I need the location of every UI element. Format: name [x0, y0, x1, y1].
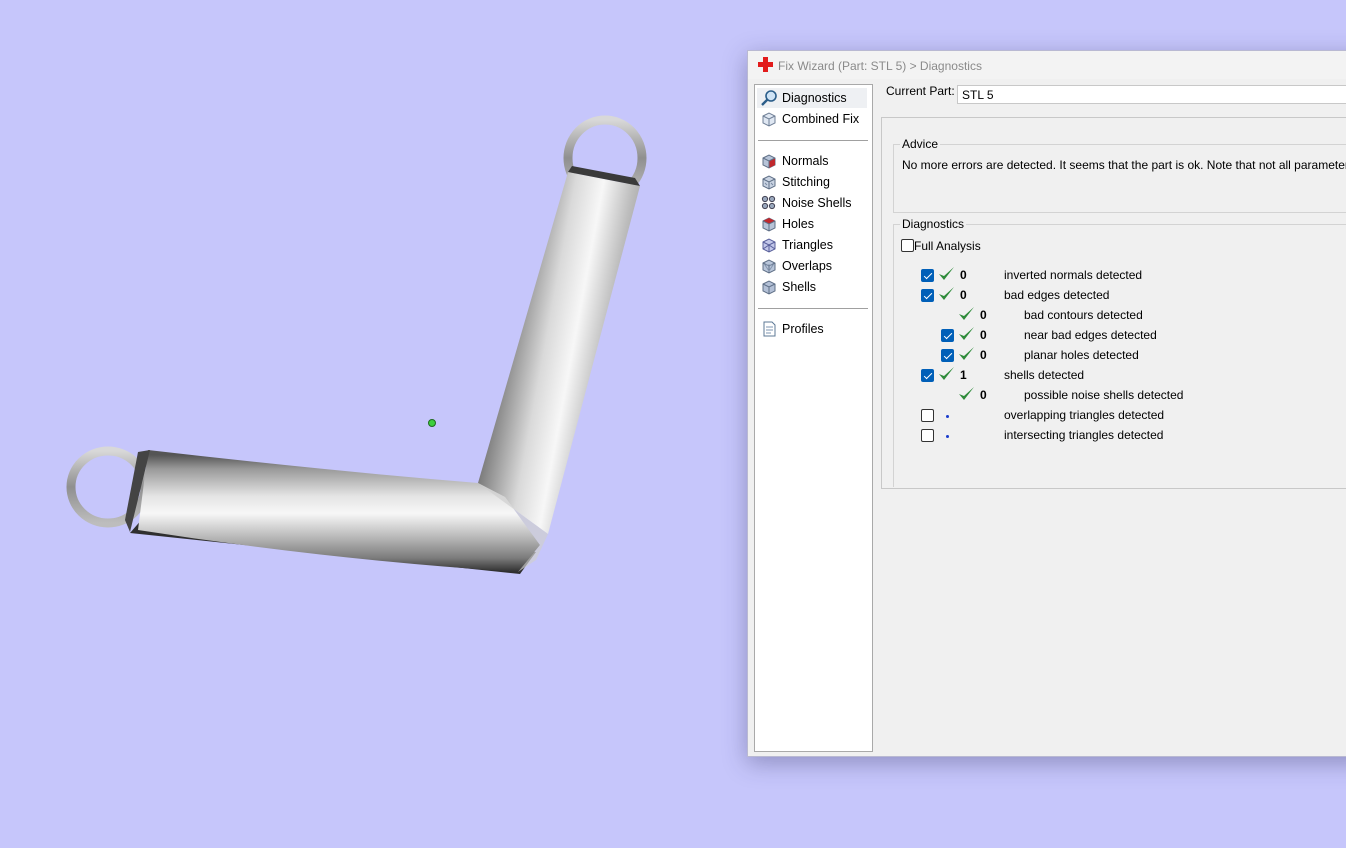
- sidebar-item-diagnostics[interactable]: Diagnostics: [757, 88, 867, 108]
- sidebar-item-label: Shells: [782, 280, 817, 294]
- sidebar-item-label: Overlaps: [782, 259, 833, 273]
- row-checkbox[interactable]: [921, 269, 934, 282]
- row-checkbox[interactable]: [921, 429, 934, 442]
- red-cross-icon: [758, 57, 773, 72]
- wizard-sidebar: Diagnostics Combined Fix Normals Stitchi…: [754, 84, 873, 752]
- fix-wizard-dialog: Fix Wizard (Part: STL 5) > Diagnostics D…: [747, 50, 1346, 757]
- not-run-dot-icon: [946, 415, 949, 418]
- row-count: 0: [980, 348, 987, 362]
- checkmark-icon: [959, 307, 974, 320]
- row-label: intersecting triangles detected: [1004, 428, 1164, 442]
- full-analysis-label: Full Analysis: [914, 239, 981, 253]
- row-label: shells detected: [1004, 368, 1085, 382]
- row-label: near bad edges detected: [1024, 328, 1157, 342]
- sidebar-item-shells[interactable]: Shells: [757, 277, 867, 297]
- checkmark-icon: [939, 367, 954, 380]
- row-count: 0: [980, 328, 987, 342]
- advice-title: Advice: [900, 137, 941, 151]
- sidebar-item-label: Triangles: [782, 238, 833, 252]
- overlaps-cube-icon: [762, 259, 776, 274]
- sidebar-item-triangles[interactable]: Triangles: [757, 235, 867, 255]
- checkmark-icon: [939, 267, 954, 280]
- checkmark-icon: [959, 327, 974, 340]
- current-part-field[interactable]: [957, 85, 1346, 104]
- sidebar-item-holes[interactable]: Holes: [757, 214, 867, 234]
- sidebar-item-combined-fix[interactable]: Combined Fix: [757, 109, 867, 129]
- triangles-cube-icon: [762, 238, 776, 253]
- document-icon: [763, 321, 776, 337]
- sidebar-item-label: Noise Shells: [782, 196, 852, 210]
- sidebar-divider: [758, 308, 868, 309]
- sidebar-item-normals[interactable]: Normals: [757, 151, 867, 171]
- sidebar-item-label: Stitching: [782, 175, 830, 189]
- cube-outline-icon: [762, 112, 776, 127]
- row-count: 0: [960, 268, 967, 282]
- row-checkbox[interactable]: [921, 409, 934, 422]
- checkmark-icon: [959, 347, 974, 360]
- diagnostics-group: Diagnostics Full Analysis 0 inverted nor…: [893, 217, 1346, 487]
- advice-group: Advice No more errors are detected. It s…: [893, 137, 1346, 213]
- row-checkbox[interactable]: [921, 369, 934, 382]
- vertical-arm: [478, 172, 640, 534]
- row-label: bad edges detected: [1004, 288, 1110, 302]
- sidebar-item-label: Holes: [782, 217, 814, 231]
- diagnostics-panel: Advice No more errors are detected. It s…: [881, 117, 1346, 489]
- sidebar-item-label: Profiles: [782, 322, 824, 336]
- advice-text: No more errors are detected. It seems th…: [902, 158, 1346, 172]
- sidebar-item-profiles[interactable]: Profiles: [757, 319, 867, 339]
- row-count: 0: [980, 388, 987, 402]
- magnifier-icon: [761, 90, 777, 106]
- sidebar-item-overlaps[interactable]: Overlaps: [757, 256, 867, 276]
- holes-cube-icon: [762, 217, 776, 232]
- row-checkbox[interactable]: [921, 289, 934, 302]
- row-label: possible noise shells detected: [1024, 388, 1184, 402]
- row-checkbox[interactable]: [941, 349, 954, 362]
- full-analysis-checkbox[interactable]: [901, 239, 914, 252]
- title-bar[interactable]: Fix Wizard (Part: STL 5) > Diagnostics: [748, 51, 1346, 79]
- noise-shells-icon: [761, 195, 776, 210]
- diagnostics-title: Diagnostics: [900, 217, 967, 231]
- row-count: 1: [960, 368, 967, 382]
- sidebar-item-label: Diagnostics: [782, 91, 847, 105]
- row-checkbox[interactable]: [941, 329, 954, 342]
- row-count: 0: [960, 288, 967, 302]
- horizontal-arm: [138, 450, 540, 572]
- row-count: 0: [980, 308, 987, 322]
- row-label: overlapping triangles detected: [1004, 408, 1165, 422]
- window-title: Fix Wizard (Part: STL 5) > Diagnostics: [778, 59, 982, 73]
- current-part-label: Current Part:: [886, 84, 955, 98]
- sidebar-item-stitching[interactable]: Stitching: [757, 172, 867, 192]
- row-label: bad contours detected: [1024, 308, 1143, 322]
- sidebar-item-label: Normals: [782, 154, 829, 168]
- normals-cube-icon: [762, 154, 776, 169]
- checkmark-icon: [959, 387, 974, 400]
- stitching-cube-icon: [762, 175, 776, 190]
- green-dot-icon: [428, 419, 436, 427]
- sidebar-item-noise-shells[interactable]: Noise Shells: [757, 193, 867, 213]
- row-label: inverted normals detected: [1004, 268, 1143, 282]
- row-label: planar holes detected: [1024, 348, 1139, 362]
- sidebar-item-label: Combined Fix: [782, 112, 860, 126]
- checkmark-icon: [939, 287, 954, 300]
- shells-cube-icon: [762, 280, 776, 295]
- not-run-dot-icon: [946, 435, 949, 438]
- sidebar-divider: [758, 140, 868, 141]
